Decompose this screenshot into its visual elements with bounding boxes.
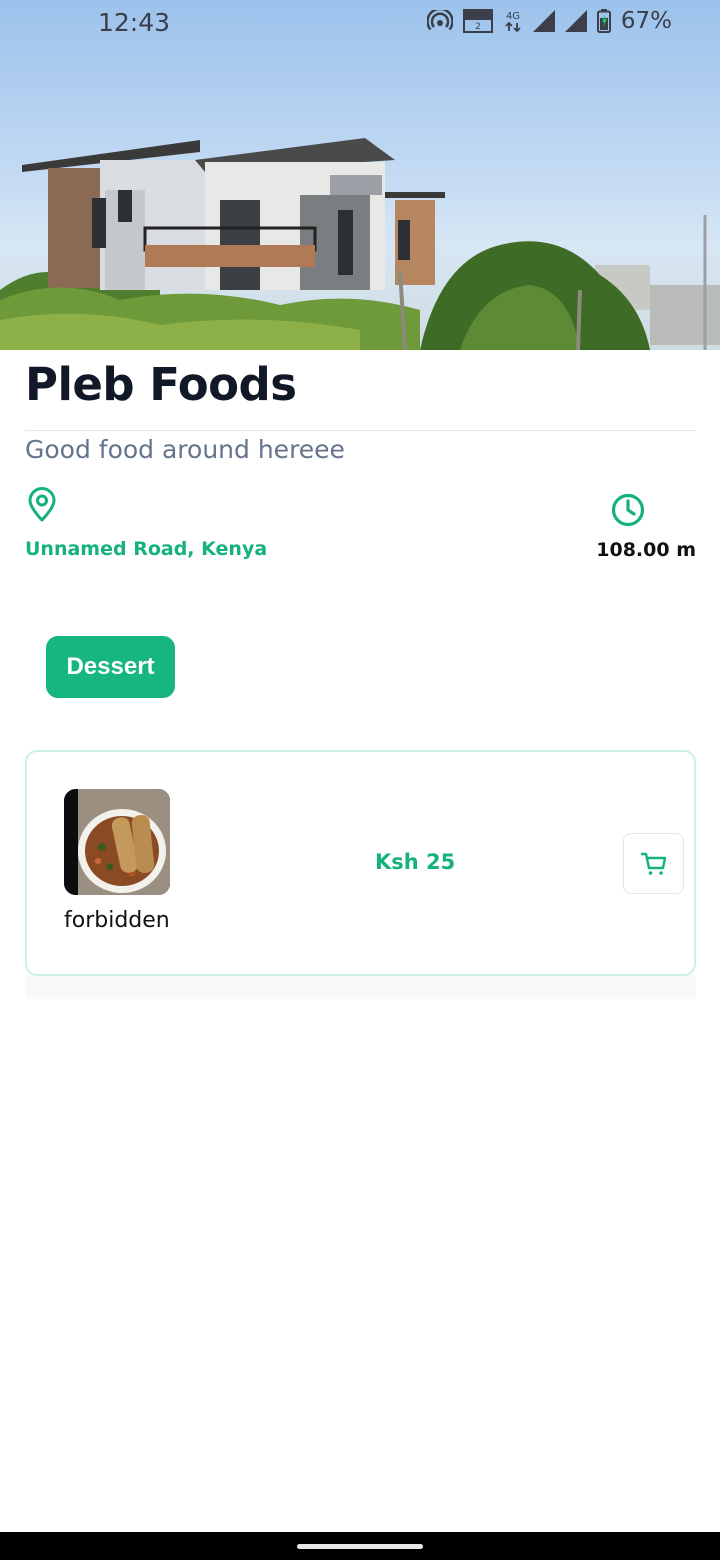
- menu-item-card[interactable]: forbidden Ksh 25: [25, 750, 696, 976]
- svg-text:2: 2: [475, 22, 481, 32]
- category-chip-dessert[interactable]: Dessert: [46, 636, 175, 698]
- status-icons: 2 4G 67%: [426, 8, 672, 34]
- battery-icon: [596, 9, 611, 33]
- battery-percentage: 67%: [620, 8, 672, 34]
- location-pin-icon: [28, 487, 56, 522]
- title-divider: [25, 430, 696, 431]
- hotspot-icon: [426, 10, 453, 31]
- status-bar: 12:43 2 4G 67%: [0, 0, 720, 44]
- restaurant-tagline: Good food around hereee: [25, 435, 345, 464]
- svg-text:4G: 4G: [506, 11, 520, 22]
- cart-icon: [640, 852, 666, 875]
- menu-item-image: [64, 789, 170, 895]
- status-time: 12:43: [98, 8, 171, 37]
- menu-item-name: forbidden: [64, 908, 170, 933]
- restaurant-name: Pleb Foods: [25, 358, 297, 411]
- add-to-cart-button[interactable]: [623, 833, 684, 894]
- restaurant-distance: 108.00 m: [596, 539, 696, 561]
- restaurant-location: Unnamed Road, Kenya: [25, 538, 268, 560]
- restaurant-cover-image: [0, 0, 720, 350]
- menu-item-price: Ksh 25: [375, 850, 456, 874]
- network-4g-icon: 4G: [505, 11, 521, 33]
- home-indicator[interactable]: [297, 1544, 423, 1549]
- signal-icon: [532, 10, 555, 32]
- system-nav-bar: [0, 1532, 720, 1560]
- volte-icon: 2: [462, 9, 493, 33]
- clock-icon: [611, 493, 645, 527]
- signal-icon: [564, 10, 587, 32]
- card-shadow: [25, 975, 696, 999]
